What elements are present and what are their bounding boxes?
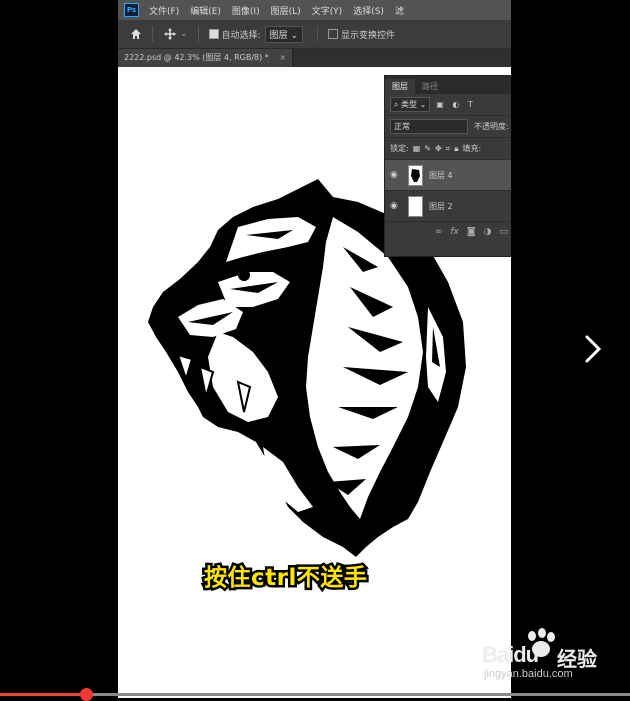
mask-icon[interactable]: ◙ — [467, 227, 476, 237]
layer-name: 图层 4 — [429, 170, 453, 180]
auto-select-checkbox[interactable] — [208, 29, 219, 39]
lock-icon[interactable]: 🔒︎ — [454, 144, 458, 154]
menu-select[interactable]: 选择(S) — [353, 4, 384, 17]
video-progress-handle[interactable] — [80, 688, 93, 701]
layers-panel: 图层 路径 ⌕ 类型 ⌄ ▣ ◐ T 正常 不透明度: 锁定: ▦ ✎ ✥ ⌗ … — [384, 75, 511, 257]
type-filter-icon[interactable]: T — [468, 100, 473, 109]
video-subtitle: 按住ctrl不送手 — [202, 563, 370, 594]
photoshop-window: Ps 文件(F) 编辑(E) 图像(I) 图层(L) 文字(Y) 选择(S) 滤… — [118, 0, 511, 698]
blend-mode-dropdown[interactable]: 正常 — [390, 119, 468, 134]
video-progress-fill — [0, 693, 86, 696]
opacity-label: 不透明度: — [474, 122, 509, 131]
menu-type[interactable]: 文字(Y) — [312, 4, 343, 17]
blend-mode-value: 正常 — [394, 122, 410, 131]
home-icon[interactable] — [130, 28, 142, 40]
menu-filter[interactable]: 滤 — [395, 4, 404, 17]
menu-file[interactable]: 文件(F) — [149, 4, 179, 17]
fx-icon[interactable]: fx — [450, 227, 459, 237]
filter-row: ⌕ 类型 ⌄ ▣ ◐ T — [385, 94, 511, 116]
layer-row[interactable]: ◉ 图层 4 — [385, 160, 511, 191]
layer-row[interactable]: ◉ 图层 2 — [385, 191, 511, 222]
move-lock-icon[interactable]: ✥ — [435, 144, 442, 153]
menu-layer[interactable]: 图层(L) — [271, 4, 301, 17]
chevron-right-icon[interactable] — [583, 333, 605, 365]
lock-row: 锁定: ▦ ✎ ✥ ⌗ 🔒︎ 填充: — [385, 138, 511, 160]
baidu-jingyan-watermark: Baidu 经验 jingyan.baidu.com — [482, 628, 622, 680]
show-transform-label: 显示变换控件 — [341, 30, 396, 41]
link-icon[interactable]: ∞ — [435, 227, 443, 237]
document-tab[interactable]: 2222.psd @ 42.3% (图层 4, RGB/8) * × — [118, 49, 294, 67]
close-icon[interactable]: × — [279, 53, 286, 62]
auto-select-label: 自动选择: — [221, 30, 261, 41]
options-bar: ⌄ 自动选择: 图层 ⌄ 显示变换控件 — [118, 20, 511, 49]
panel-tabs: 图层 路径 — [385, 76, 511, 94]
menu-image[interactable]: 图像(I) — [232, 4, 260, 17]
layer-thumbnail — [408, 164, 423, 186]
chevron-down-icon[interactable]: ⌄ — [180, 29, 188, 39]
divider — [197, 26, 199, 42]
menu-edit[interactable]: 编辑(E) — [190, 4, 221, 17]
filter-kind-dropdown[interactable]: ⌕ 类型 ⌄ — [390, 97, 431, 112]
filter-icons: ▣ ◐ T — [430, 100, 473, 109]
eye-icon[interactable]: ◉ — [390, 201, 400, 211]
auto-select-dropdown[interactable]: 图层 ⌄ — [264, 25, 304, 43]
watermark-brand: Baidu — [482, 642, 539, 667]
adjustment-filter-icon[interactable]: ◐ — [452, 100, 459, 109]
lock-pixels-icon[interactable]: ▦ — [413, 144, 421, 153]
move-tool-icon[interactable] — [163, 27, 177, 41]
auto-select-value: 图层 — [269, 30, 288, 41]
panel-footer: ∞ fx ◙ ◑ ▭ — [385, 222, 511, 242]
document-tab-title: 2222.psd @ 42.3% (图层 4, RGB/8) * — [124, 53, 269, 62]
divider — [152, 26, 153, 42]
show-transform-checkbox[interactable] — [328, 29, 339, 39]
filter-kind-value: 类型 — [401, 100, 418, 109]
divider — [317, 26, 319, 42]
folder-icon[interactable]: ▭ — [499, 227, 508, 237]
image-filter-icon[interactable]: ▣ — [436, 100, 444, 109]
layer-name: 图层 2 — [429, 201, 453, 211]
brush-icon[interactable]: ✎ — [424, 144, 431, 153]
layer-thumbnail — [408, 195, 423, 217]
lock-label: 锁定: — [390, 144, 409, 153]
menu-bar: Ps 文件(F) 编辑(E) 图像(I) 图层(L) 文字(Y) 选择(S) 滤 — [118, 0, 511, 20]
document-tab-bar: 2222.psd @ 42.3% (图层 4, RGB/8) * × — [118, 49, 511, 67]
document-canvas[interactable]: 图层 路径 ⌕ 类型 ⌄ ▣ ◐ T 正常 不透明度: 锁定: ▦ ✎ ✥ ⌗ … — [118, 67, 511, 698]
eye-icon[interactable]: ◉ — [390, 170, 400, 180]
fill-label: 填充: — [462, 144, 482, 153]
watermark-url: jingyan.baidu.com — [484, 668, 573, 680]
tab-paths[interactable]: 路径 — [415, 79, 445, 94]
tab-layers[interactable]: 图层 — [385, 79, 415, 94]
blend-row: 正常 不透明度: — [385, 116, 511, 138]
video-progress-track[interactable] — [0, 693, 630, 696]
adjustment-icon[interactable]: ◑ — [484, 227, 492, 237]
photoshop-logo: Ps — [124, 3, 139, 17]
artboard-icon[interactable]: ⌗ — [446, 144, 451, 154]
